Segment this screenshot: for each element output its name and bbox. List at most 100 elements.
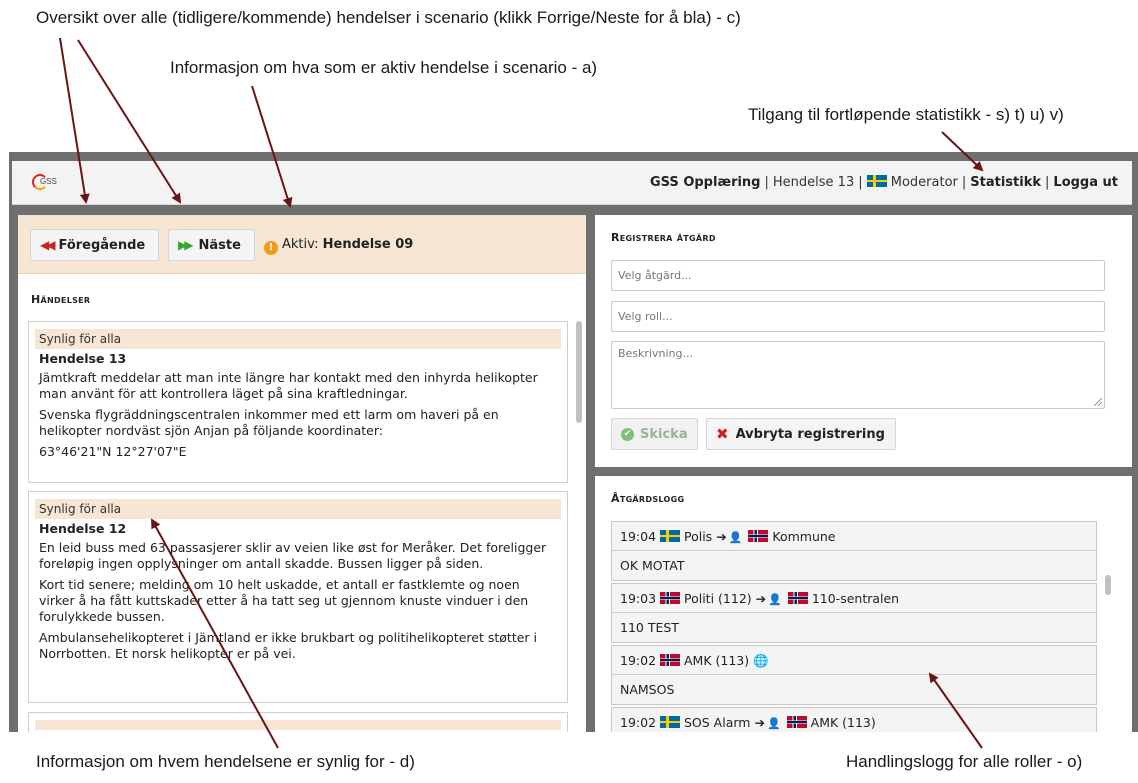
log-entry[interactable]: 19:03 Politi (112) ➔ 👤 110-sentralen 110 T…	[611, 583, 1097, 643]
event-title: Hendelse 12	[39, 521, 127, 536]
log-to: 110-sentralen	[811, 591, 900, 606]
event-text: En leid buss med 63 passasjerer sklir av…	[39, 540, 547, 571]
action-select[interactable]: Velg åtgärd...	[611, 260, 1105, 291]
close-icon: ✖	[716, 425, 729, 443]
event-card: Synlig för alla Hendelse 13 Jämtkraft me…	[28, 321, 568, 483]
nav-separator: |	[764, 175, 769, 190]
log-from: Polis	[684, 529, 713, 544]
action-log-heading: Åtgärdslogg	[611, 492, 685, 505]
log-entry-header: 19:02 AMK (113) 🌐	[612, 646, 1096, 675]
description-textarea[interactable]: Beskrivning...	[611, 341, 1105, 409]
globe-icon: 🌐	[753, 653, 769, 668]
arrow-right-icon: ➔	[755, 591, 767, 606]
action-log-scrollbar[interactable]	[1104, 521, 1112, 727]
nav-separator: |	[1045, 175, 1050, 190]
action-log-scrollbar-thumb[interactable]	[1105, 575, 1111, 595]
logout-link[interactable]: Logga ut	[1053, 175, 1118, 190]
app-name: GSS Opplæring	[649, 175, 761, 190]
events-heading: Händelser	[31, 293, 91, 306]
event-card	[28, 712, 568, 732]
exclamation-icon: !	[264, 241, 278, 255]
next-button[interactable]: ▶▶ Näste	[168, 229, 255, 261]
event-navigation-toolbar: ◀◀ Föregående ▶▶ Näste ! Aktiv: Hendelse …	[18, 215, 586, 274]
app-window: GSS GSS Opplæring | Hendelse 13 | Moderator…	[9, 152, 1138, 732]
visibility-label	[35, 720, 561, 730]
event-text: Svenska flygräddningscentralen inkommer …	[39, 407, 499, 438]
double-right-arrow-icon: ▶▶	[178, 238, 194, 252]
next-label: Näste	[198, 237, 241, 253]
event-title: Hendelse 13	[39, 351, 127, 366]
log-message: NAMSOS	[620, 682, 675, 697]
visibility-label: Synlig för alla	[35, 499, 561, 519]
event-coordinates: 63°46'21"N 12°27'07"E	[39, 444, 187, 459]
log-entry-header: 19:04 Polis ➔ 👤 Kommune	[612, 522, 1096, 551]
action-log-panel: Åtgärdslogg 19:04 Polis ➔ 👤 Kommune OK MOT…	[595, 476, 1132, 732]
nav-separator: |	[961, 175, 967, 190]
current-event: Hendelse 13	[772, 175, 855, 190]
norway-flag-icon	[786, 716, 807, 728]
cancel-registration-button[interactable]: ✖ Avbryta registrering	[706, 418, 896, 450]
annotation-statistics: Tilgang til fortløpende statistikk - s) …	[748, 105, 1064, 124]
sweden-flag-icon	[866, 175, 887, 187]
norway-flag-icon	[787, 592, 808, 604]
norway-flag-icon	[748, 530, 769, 542]
person-icon: 👤	[768, 593, 782, 606]
log-from: Politi (112)	[684, 591, 752, 606]
previous-button[interactable]: ◀◀ Föregående	[30, 229, 159, 261]
events-panel: ◀◀ Föregående ▶▶ Näste ! Aktiv: Hendelse …	[18, 215, 586, 732]
log-to: Kommune	[772, 529, 836, 544]
arrow-right-icon: ➔	[716, 529, 727, 544]
log-entry[interactable]: 19:04 Polis ➔ 👤 Kommune OK MOTAT	[611, 521, 1097, 581]
events-list: Synlig för alla Hendelse 13 Jämtkraft me…	[28, 321, 584, 732]
norway-flag-icon	[660, 654, 681, 666]
cancel-label: Avbryta registrering	[735, 426, 885, 442]
event-text: Kort tid senere; melding om 10 helt uska…	[39, 577, 529, 624]
gss-logo[interactable]: GSS	[32, 172, 62, 194]
register-action-panel: Registrera åtgärd Velg åtgärd... Velg ro…	[595, 215, 1132, 467]
register-heading: Registrera åtgärd	[611, 231, 716, 244]
resize-grip-icon[interactable]	[1094, 398, 1102, 406]
annotation-active-event: Informasjon om hva som er aktiv hendelse…	[170, 58, 598, 77]
log-entry-header: 19:03 Politi (112) ➔ 👤 110-sentralen	[612, 584, 1096, 613]
event-text: Ambulansehelikopteret i Jämtland er ikke…	[39, 630, 537, 661]
active-event-value: Hendelse 09	[322, 237, 414, 252]
nav-separator: |	[858, 175, 863, 190]
logo-text: GSS	[40, 177, 57, 186]
user-role: Moderator	[890, 175, 958, 190]
sweden-flag-icon	[660, 530, 681, 542]
log-time: 19:02	[620, 653, 657, 668]
annotation-overview: Oversikt over alle (tidligere/kommende) …	[36, 8, 741, 27]
annotation-visibility: Informasjon om hvem hendelsene er synlig…	[36, 752, 415, 771]
event-card: Synlig för alla Hendelse 12 En leid buss…	[28, 491, 568, 703]
role-select[interactable]: Velg roll...	[611, 301, 1105, 332]
top-bar: GSS GSS Opplæring | Hendelse 13 | Moderator…	[12, 161, 1132, 205]
active-label: Aktiv:	[282, 237, 319, 252]
log-entry[interactable]: 19:02 SOS Alarm ➔ 👤 AMK (113)	[611, 707, 1097, 732]
double-left-arrow-icon: ◀◀	[40, 238, 56, 252]
sweden-flag-icon	[660, 716, 681, 728]
person-icon: 👤	[728, 531, 743, 544]
log-from: AMK (113)	[684, 653, 750, 668]
active-event-info: ! Aktiv: Hendelse 09	[264, 237, 413, 255]
log-message: 110 TEST	[620, 620, 679, 635]
events-scrollbar-thumb[interactable]	[576, 321, 582, 423]
send-label: Skicka	[640, 426, 688, 442]
norway-flag-icon	[660, 592, 681, 604]
visibility-label: Synlig för alla	[35, 329, 561, 349]
arrow-right-icon: ➔	[754, 715, 765, 730]
statistics-link[interactable]: Statistikk	[970, 175, 1041, 190]
log-to: AMK (113)	[810, 715, 876, 730]
log-message: OK MOTAT	[620, 558, 685, 573]
check-circle-icon: ✔	[621, 427, 634, 441]
person-icon: 👤	[766, 717, 781, 730]
events-scrollbar[interactable]	[575, 321, 583, 731]
log-time: 19:03	[620, 591, 657, 606]
send-button[interactable]: ✔ Skicka	[611, 418, 698, 450]
description-placeholder: Beskrivning...	[618, 347, 693, 360]
log-entry[interactable]: 19:02 AMK (113) 🌐 NAMSOS	[611, 645, 1097, 705]
event-text: Jämtkraft meddelar att man inte längre h…	[39, 370, 538, 401]
top-nav: GSS Opplæring | Hendelse 13 | Moderator | Sta…	[650, 175, 1118, 190]
log-from: SOS Alarm	[684, 715, 751, 730]
action-log-list: 19:04 Polis ➔ 👤 Kommune OK MOTAT 19:03 Pol…	[611, 521, 1098, 732]
log-time: 19:02	[620, 715, 657, 730]
